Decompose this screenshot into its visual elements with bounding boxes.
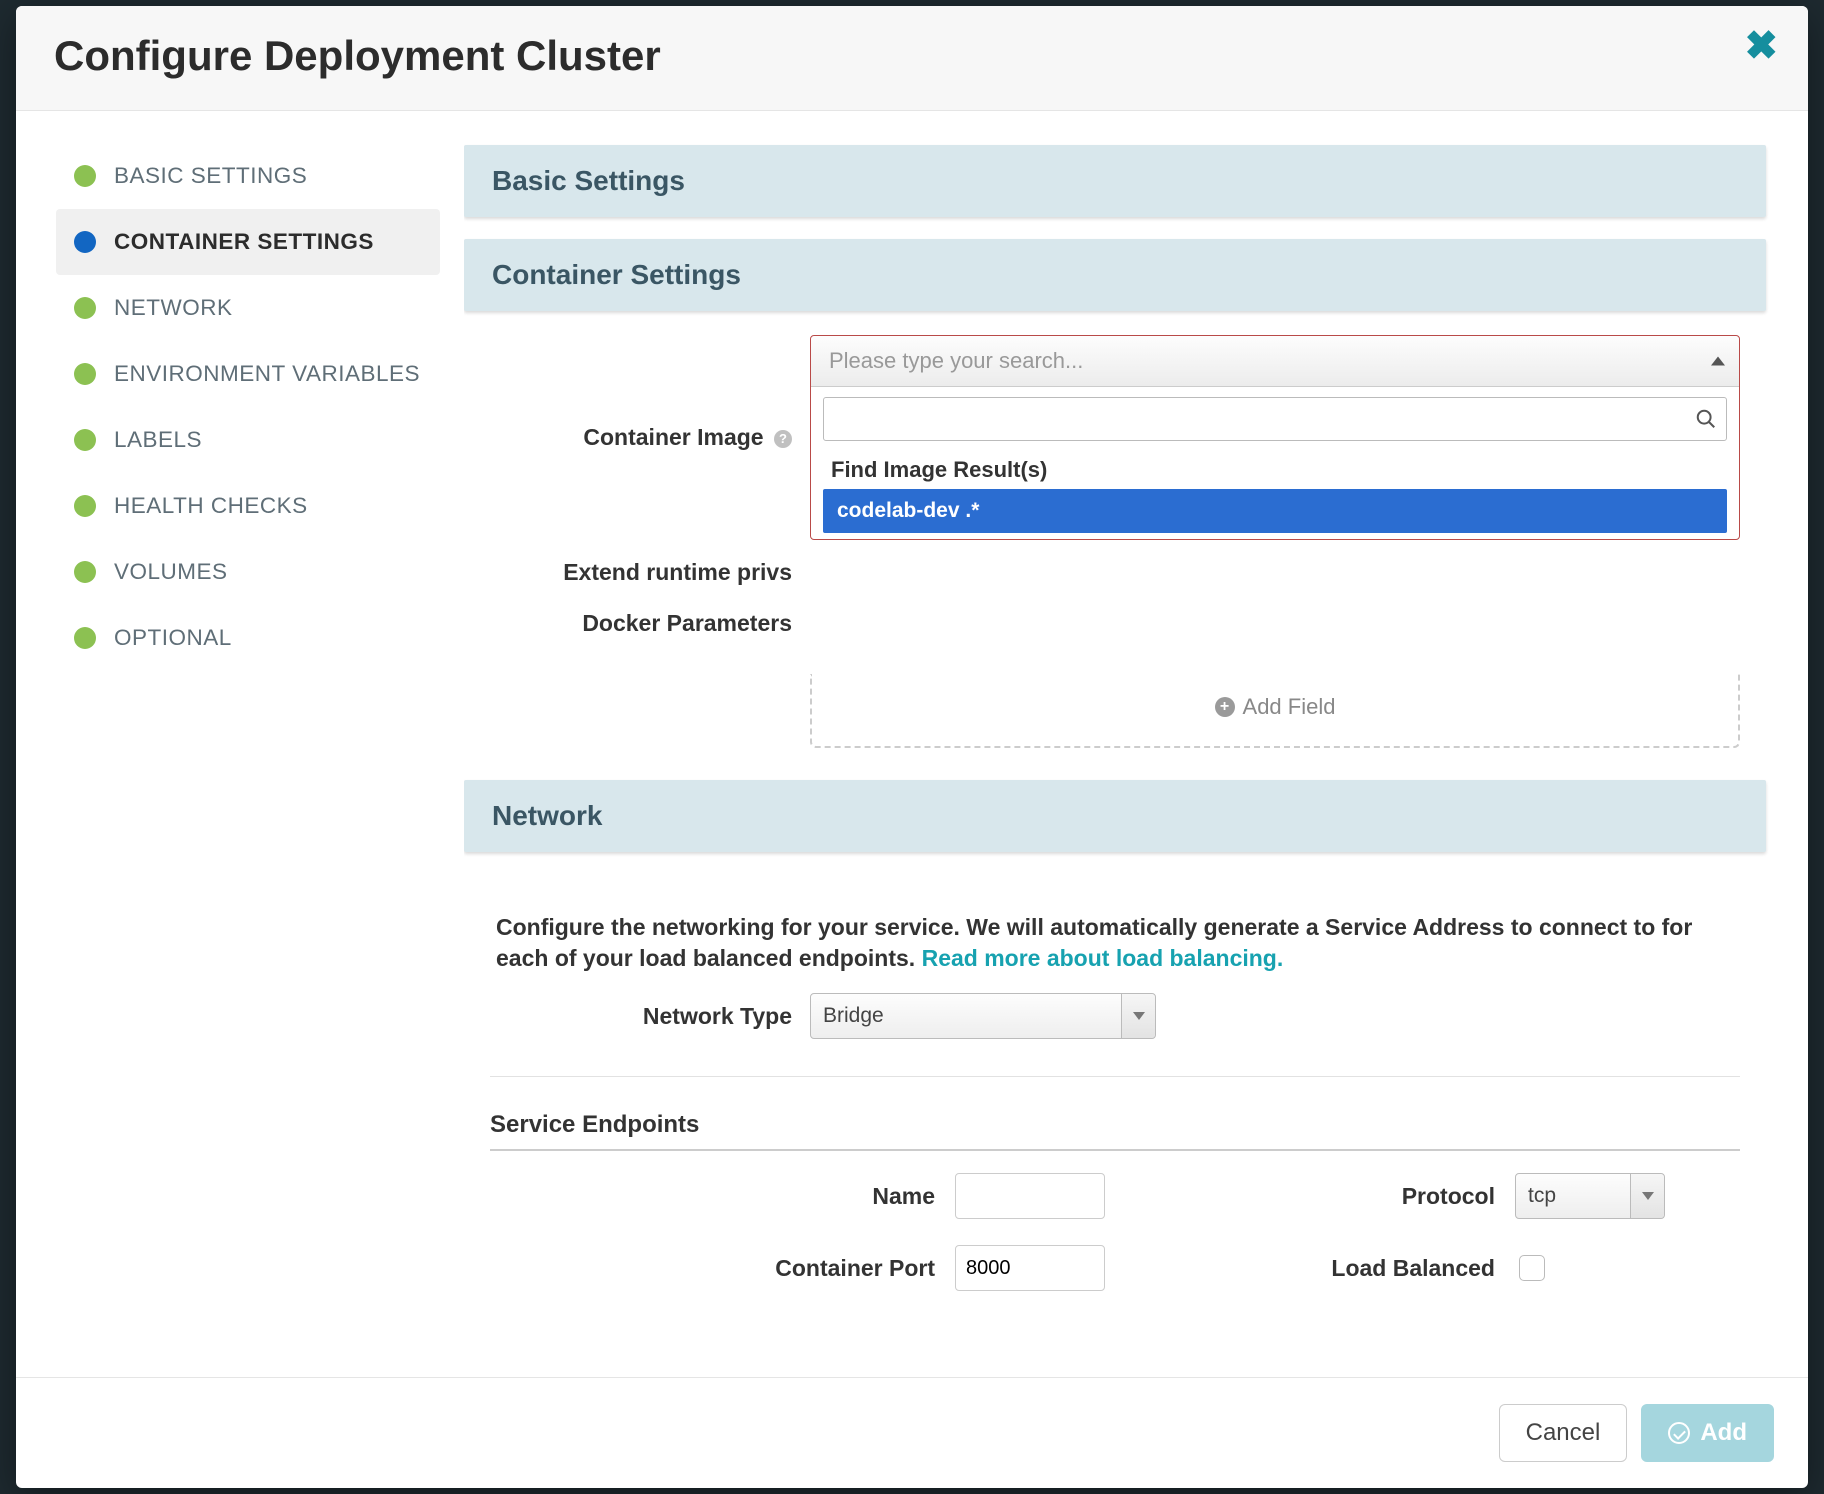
endpoint-load-balanced-checkbox[interactable]	[1519, 1255, 1545, 1281]
caret-down-icon	[1642, 1192, 1654, 1200]
docker-params-label: Docker Parameters	[490, 610, 810, 637]
modal-configure-deployment-cluster: Configure Deployment Cluster ✖ BASIC SET…	[16, 6, 1808, 1488]
container-image-select[interactable]: Please type your search... Find Image Re…	[810, 335, 1740, 540]
status-dot-icon	[74, 231, 96, 253]
caret-down-icon	[1133, 1012, 1145, 1020]
container-image-search-input[interactable]	[823, 397, 1727, 441]
add-button[interactable]: Add	[1641, 1404, 1774, 1462]
modal-body: BASIC SETTINGS CONTAINER SETTINGS NETWOR…	[16, 111, 1808, 1377]
container-image-dropdown: Find Image Result(s) codelab-dev .*	[811, 386, 1739, 533]
sidebar-item-labels[interactable]: LABELS	[56, 407, 440, 473]
status-dot-icon	[74, 363, 96, 385]
sidebar-item-label: HEALTH CHECKS	[114, 493, 308, 519]
service-endpoints-grid: Name Protocol tcp Container Port	[490, 1163, 1740, 1301]
service-endpoints-title: Service Endpoints	[490, 1095, 1740, 1151]
sidebar-item-label: BASIC SETTINGS	[114, 163, 307, 189]
endpoint-name-input[interactable]	[955, 1173, 1105, 1219]
sidebar-item-network[interactable]: NETWORK	[56, 275, 440, 341]
dropdown-option-codelab-dev[interactable]: codelab-dev .*	[823, 489, 1727, 533]
status-dot-icon	[74, 297, 96, 319]
modal-title: Configure Deployment Cluster	[54, 32, 1770, 80]
network-form: Configure the networking for your servic…	[464, 852, 1766, 1311]
endpoint-port-label: Container Port	[490, 1255, 955, 1282]
load-balancing-link[interactable]: Read more about load balancing.	[922, 945, 1284, 971]
container-image-label: Container Image ?	[490, 424, 810, 451]
divider	[490, 1076, 1740, 1077]
network-type-label: Network Type	[490, 1003, 810, 1030]
dropdown-group-label: Find Image Result(s)	[823, 451, 1727, 489]
sidebar-item-health-checks[interactable]: HEALTH CHECKS	[56, 473, 440, 539]
endpoint-protocol-select[interactable]: tcp	[1515, 1173, 1665, 1219]
status-dot-icon	[74, 165, 96, 187]
add-field-button[interactable]: + Add Field	[1215, 694, 1336, 720]
content-pane: Basic Settings Container Settings Contai…	[464, 111, 1808, 1377]
extend-privs-label: Extend runtime privs	[490, 559, 810, 586]
endpoint-load-balanced-label: Load Balanced	[1125, 1255, 1515, 1282]
sidebar-item-label: ENVIRONMENT VARIABLES	[114, 361, 420, 387]
modal-header: Configure Deployment Cluster ✖	[16, 6, 1808, 111]
sidebar-item-volumes[interactable]: VOLUMES	[56, 539, 440, 605]
section-header-basic: Basic Settings	[464, 145, 1766, 217]
sidebar: BASIC SETTINGS CONTAINER SETTINGS NETWOR…	[16, 111, 464, 1377]
sidebar-item-label: OPTIONAL	[114, 625, 232, 651]
container-image-placeholder: Please type your search...	[829, 348, 1083, 374]
section-header-container: Container Settings	[464, 239, 1766, 311]
search-icon	[1695, 408, 1717, 430]
cancel-button[interactable]: Cancel	[1499, 1404, 1628, 1462]
status-dot-icon	[74, 495, 96, 517]
sidebar-item-label: LABELS	[114, 427, 202, 453]
sidebar-item-label: VOLUMES	[114, 559, 228, 585]
select-toggle[interactable]	[1630, 1174, 1664, 1218]
check-circle-icon	[1668, 1422, 1690, 1444]
sidebar-item-container-settings[interactable]: CONTAINER SETTINGS	[56, 209, 440, 275]
sidebar-item-optional[interactable]: OPTIONAL	[56, 605, 440, 671]
sidebar-item-label: CONTAINER SETTINGS	[114, 229, 374, 255]
section-header-network: Network	[464, 780, 1766, 852]
container-form: Container Image ? Please type your searc…	[464, 311, 1766, 758]
endpoint-port-input[interactable]	[955, 1245, 1105, 1291]
endpoint-name-label: Name	[490, 1183, 955, 1210]
status-dot-icon	[74, 561, 96, 583]
select-toggle[interactable]	[1121, 994, 1155, 1038]
endpoint-protocol-label: Protocol	[1125, 1183, 1515, 1210]
network-type-select[interactable]: Bridge	[810, 993, 1156, 1039]
network-description: Configure the networking for your servic…	[490, 876, 1740, 984]
plus-circle-icon: +	[1215, 697, 1235, 717]
sidebar-item-environment-variables[interactable]: ENVIRONMENT VARIABLES	[56, 341, 440, 407]
modal-footer: Cancel Add	[16, 1377, 1808, 1488]
docker-params-add-area: + Add Field	[810, 674, 1740, 748]
status-dot-icon	[74, 627, 96, 649]
container-image-select-header[interactable]: Please type your search...	[811, 336, 1739, 386]
caret-up-icon	[1711, 357, 1725, 366]
close-icon[interactable]: ✖	[1744, 26, 1778, 66]
sidebar-item-label: NETWORK	[114, 295, 233, 321]
help-icon[interactable]: ?	[774, 430, 792, 448]
status-dot-icon	[74, 429, 96, 451]
sidebar-item-basic-settings[interactable]: BASIC SETTINGS	[56, 143, 440, 209]
